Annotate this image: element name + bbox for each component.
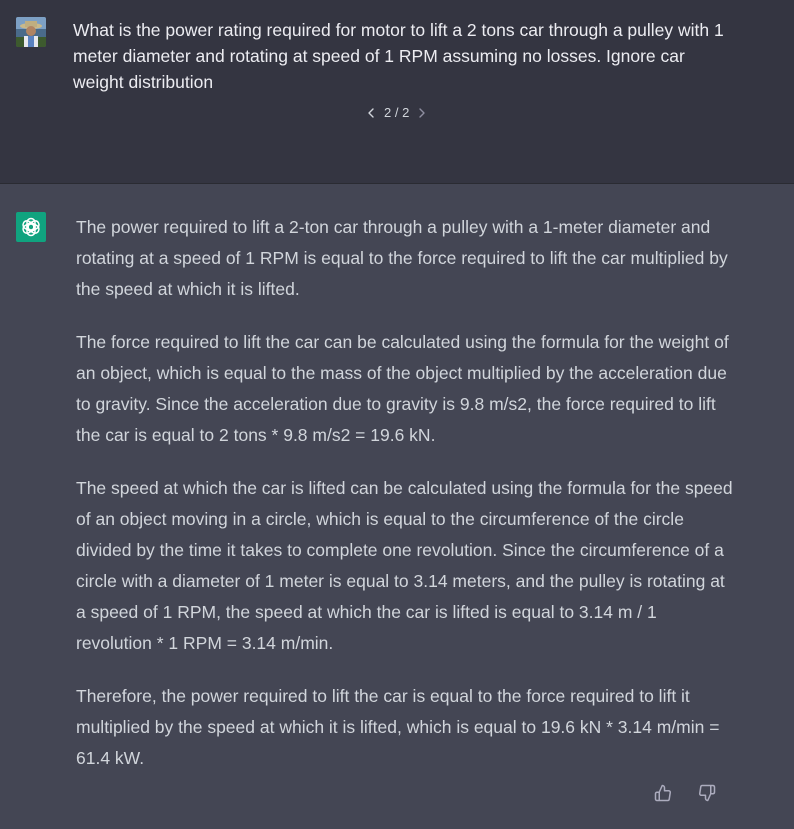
answer-paragraph: Therefore, the power required to lift th… [76,686,720,768]
answer-paragraph: The speed at which the car is lifted can… [76,478,733,653]
feedback-buttons [654,784,716,802]
thumbs-down-icon[interactable] [698,784,716,802]
chevron-right-icon[interactable] [417,104,427,122]
assistant-message: The power required to lift a 2-ton car t… [0,184,794,829]
pager-label: 2 / 2 [384,105,410,120]
response-pager: 2 / 2 [366,104,427,122]
answer-paragraph: The power required to lift a 2-ton car t… [76,217,728,299]
openai-logo-icon [16,212,46,242]
thumbs-up-icon[interactable] [654,784,672,802]
user-message-text: What is the power rating required for mo… [73,20,724,92]
chevron-left-icon[interactable] [366,104,376,122]
answer-paragraph: The force required to lift the car can b… [76,332,729,445]
user-avatar-photo [16,17,46,47]
assistant-answer: The power required to lift a 2-ton car t… [76,212,736,796]
user-message: What is the power rating required for mo… [0,0,794,184]
